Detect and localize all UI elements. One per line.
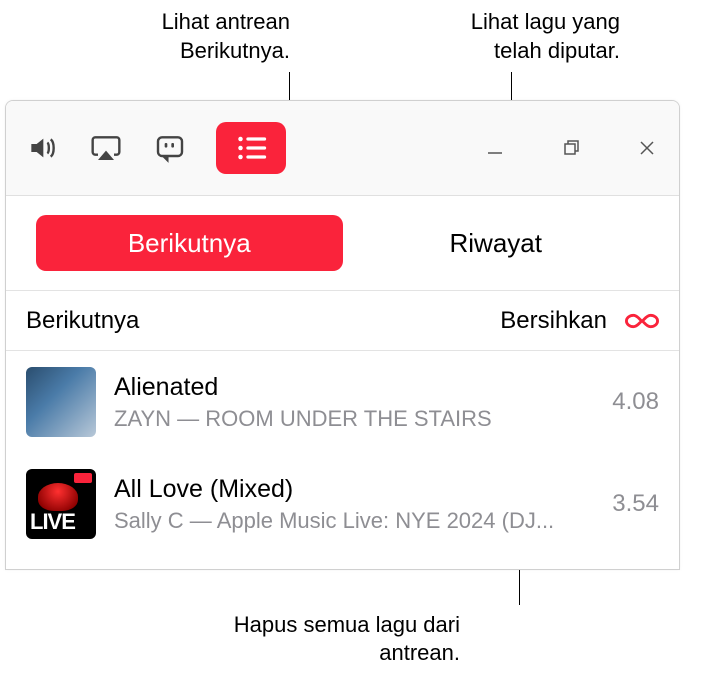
queue-section-header: Berikutnya Bersihkan bbox=[6, 291, 679, 351]
queue-tabs: Berikutnya Riwayat bbox=[6, 196, 679, 291]
album-art bbox=[26, 367, 96, 437]
track-title: All Love (Mixed) bbox=[114, 475, 594, 504]
track-duration: 3.54 bbox=[612, 490, 659, 518]
queue-button[interactable] bbox=[216, 122, 286, 174]
track-duration: 4.08 bbox=[612, 388, 659, 416]
track-info: All Love (Mixed) Sally C — Apple Music L… bbox=[114, 475, 594, 534]
music-mini-player-window: Berikutnya Riwayat Berikutnya Bersihkan … bbox=[5, 100, 680, 570]
album-art: LIVE bbox=[26, 469, 96, 539]
maximize-button[interactable] bbox=[557, 134, 585, 162]
toolbar bbox=[6, 101, 679, 196]
tab-history[interactable]: Riwayat bbox=[343, 215, 650, 271]
track-row[interactable]: LIVE All Love (Mixed) Sally C — Apple Mu… bbox=[6, 453, 679, 555]
annotation-clear-queue: Hapus semua lagu dari antrean. bbox=[200, 611, 460, 668]
track-artist: Sally C — Apple Music Live: NYE 2024 (DJ… bbox=[114, 508, 594, 534]
annotation-next-queue: Lihat antrean Berikutnya. bbox=[90, 8, 290, 65]
lyrics-icon[interactable] bbox=[152, 130, 188, 166]
track-list: Alienated ZAYN — ROOM UNDER THE STAIRS 4… bbox=[6, 351, 679, 555]
autoplay-infinity-icon[interactable] bbox=[625, 304, 659, 338]
track-info: Alienated ZAYN — ROOM UNDER THE STAIRS bbox=[114, 373, 594, 432]
tab-next[interactable]: Berikutnya bbox=[36, 215, 343, 271]
section-title: Berikutnya bbox=[26, 307, 139, 335]
track-row[interactable]: Alienated ZAYN — ROOM UNDER THE STAIRS 4… bbox=[6, 351, 679, 453]
track-artist: ZAYN — ROOM UNDER THE STAIRS bbox=[114, 406, 594, 432]
clear-queue-button[interactable]: Bersihkan bbox=[500, 307, 607, 335]
annotation-history: Lihat lagu yang telah diputar. bbox=[420, 8, 620, 65]
close-button[interactable] bbox=[633, 134, 661, 162]
airplay-icon[interactable] bbox=[88, 130, 124, 166]
track-title: Alienated bbox=[114, 373, 594, 402]
minimize-button[interactable] bbox=[481, 134, 509, 162]
volume-icon[interactable] bbox=[24, 130, 60, 166]
